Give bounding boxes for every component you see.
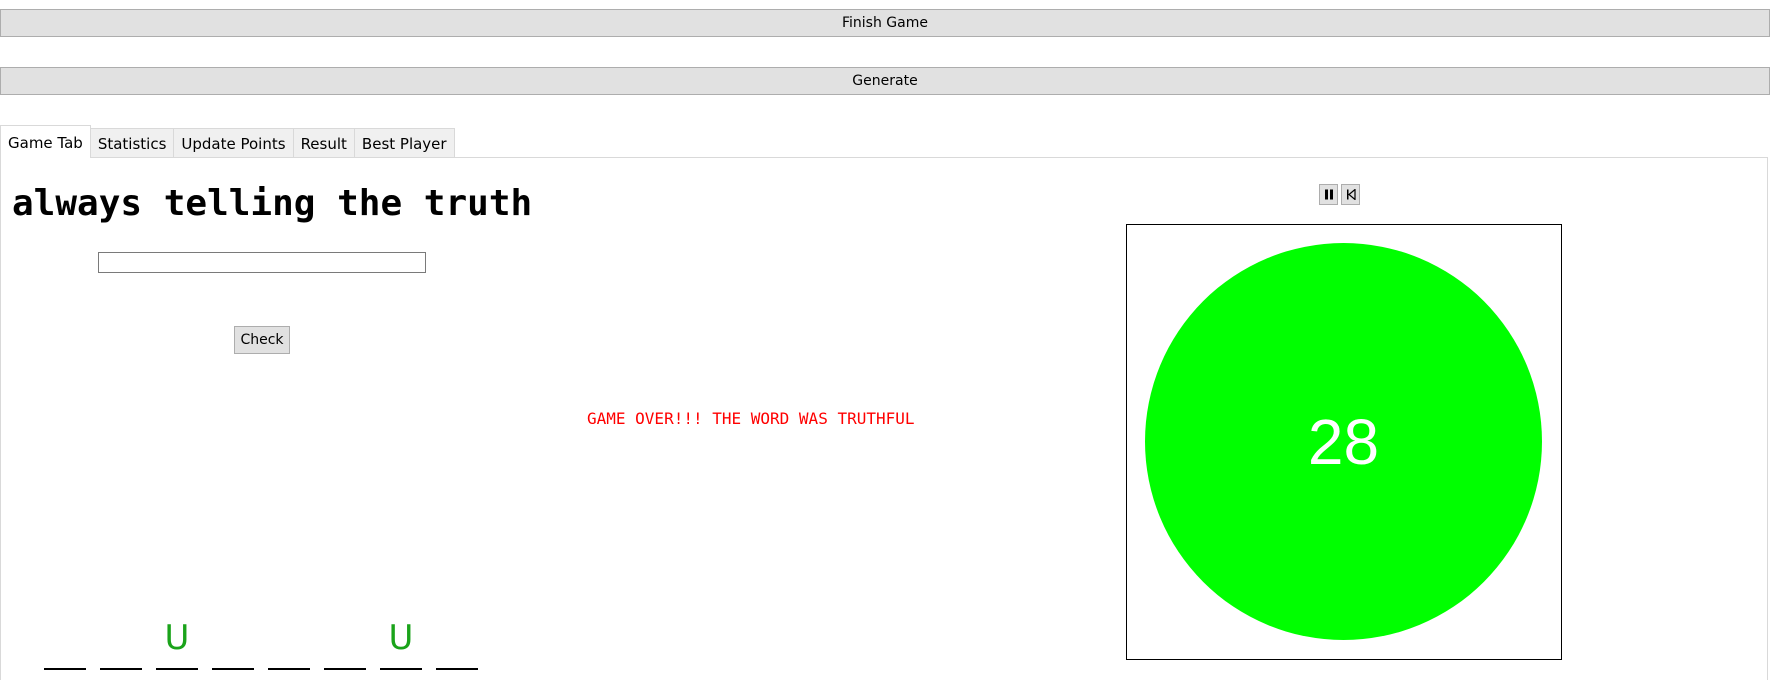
letter-slot (268, 618, 310, 670)
tab-update-points[interactable]: Update Points (173, 128, 294, 158)
generate-button[interactable]: Generate (0, 67, 1770, 95)
letter-slot (44, 618, 86, 670)
slot-letter: U (164, 618, 190, 658)
timer-circle: 28 (1145, 243, 1542, 640)
slot-underline (324, 668, 366, 670)
letter-slot: U (156, 618, 198, 670)
timer-controls (1319, 184, 1363, 205)
slot-underline (44, 668, 86, 670)
pause-icon (1324, 189, 1333, 200)
slot-underline (436, 668, 478, 670)
word-clue: always telling the truth (12, 183, 533, 224)
game-status-message: GAME OVER!!! THE WORD WAS TRUTHFUL (587, 409, 915, 428)
tab-strip: Game Tab Statistics Update Points Result… (0, 125, 455, 158)
word-slots: U U (44, 618, 492, 670)
slot-underline (212, 668, 254, 670)
slot-underline (380, 668, 422, 670)
letter-slot: U (380, 618, 422, 670)
tab-game[interactable]: Game Tab (0, 125, 91, 158)
timer-value: 28 (1307, 405, 1380, 478)
letter-slot (324, 618, 366, 670)
timer-display: 28 (1126, 224, 1562, 660)
slot-underline (100, 668, 142, 670)
guess-input[interactable] (98, 252, 426, 273)
slot-underline (156, 668, 198, 670)
skip-back-icon (1346, 189, 1356, 200)
check-button[interactable]: Check (234, 326, 290, 354)
tab-statistics[interactable]: Statistics (89, 128, 175, 158)
pause-button[interactable] (1319, 184, 1338, 205)
letter-slot (436, 618, 478, 670)
letter-slot (100, 618, 142, 670)
tab-result[interactable]: Result (292, 128, 355, 158)
finish-game-button[interactable]: Finish Game (0, 9, 1770, 37)
slot-underline (268, 668, 310, 670)
tab-best-player[interactable]: Best Player (353, 128, 455, 158)
game-tab-panel: always telling the truth Check GAME OVER… (0, 157, 1768, 680)
restart-button[interactable] (1341, 184, 1360, 205)
slot-letter: U (388, 618, 414, 658)
letter-slot (212, 618, 254, 670)
